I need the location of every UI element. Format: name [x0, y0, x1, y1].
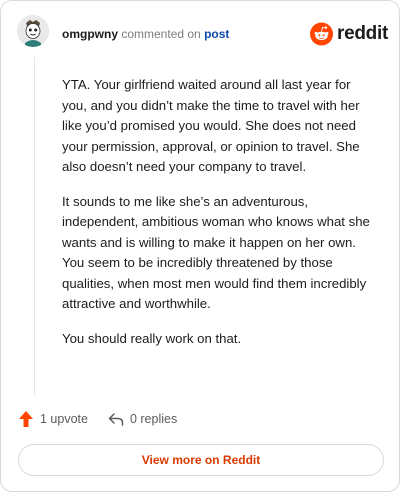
embedded-comment-card: omgpwny commented on post reddit YTA. Yo… — [0, 0, 400, 492]
upvote-count: 1 upvote — [40, 412, 88, 426]
comment-actions: 1 upvote 0 replies — [18, 409, 177, 429]
replies-count: 0 replies — [129, 412, 178, 426]
upvote-arrow-icon — [19, 411, 33, 427]
comment-body: YTA. Your girlfriend waited around all l… — [62, 75, 378, 363]
comment-paragraph: You should really work on that. — [62, 330, 242, 346]
thread-line[interactable] — [34, 57, 35, 395]
comment-header: omgpwny commented on post — [62, 26, 229, 42]
reply-arrow-icon — [108, 413, 124, 426]
username-link[interactable]: omgpwny — [62, 27, 118, 41]
commented-on-text: commented on — [121, 27, 201, 41]
avatar-icon — [17, 15, 49, 47]
reddit-logo[interactable]: reddit — [310, 20, 388, 48]
reddit-logo-icon — [310, 22, 334, 46]
view-more-on-reddit-button[interactable]: View more on Reddit — [18, 444, 384, 476]
post-link[interactable]: post — [204, 27, 229, 41]
upvote-button[interactable]: 1 upvote — [18, 410, 88, 428]
reddit-wordmark: reddit — [337, 23, 388, 44]
comment-paragraph: It sounds to me like she’s an adventurou… — [62, 193, 370, 312]
avatar[interactable] — [17, 15, 49, 47]
comment-paragraph: YTA. Your girlfriend waited around all l… — [62, 77, 360, 174]
replies-button[interactable]: 0 replies — [108, 411, 177, 427]
